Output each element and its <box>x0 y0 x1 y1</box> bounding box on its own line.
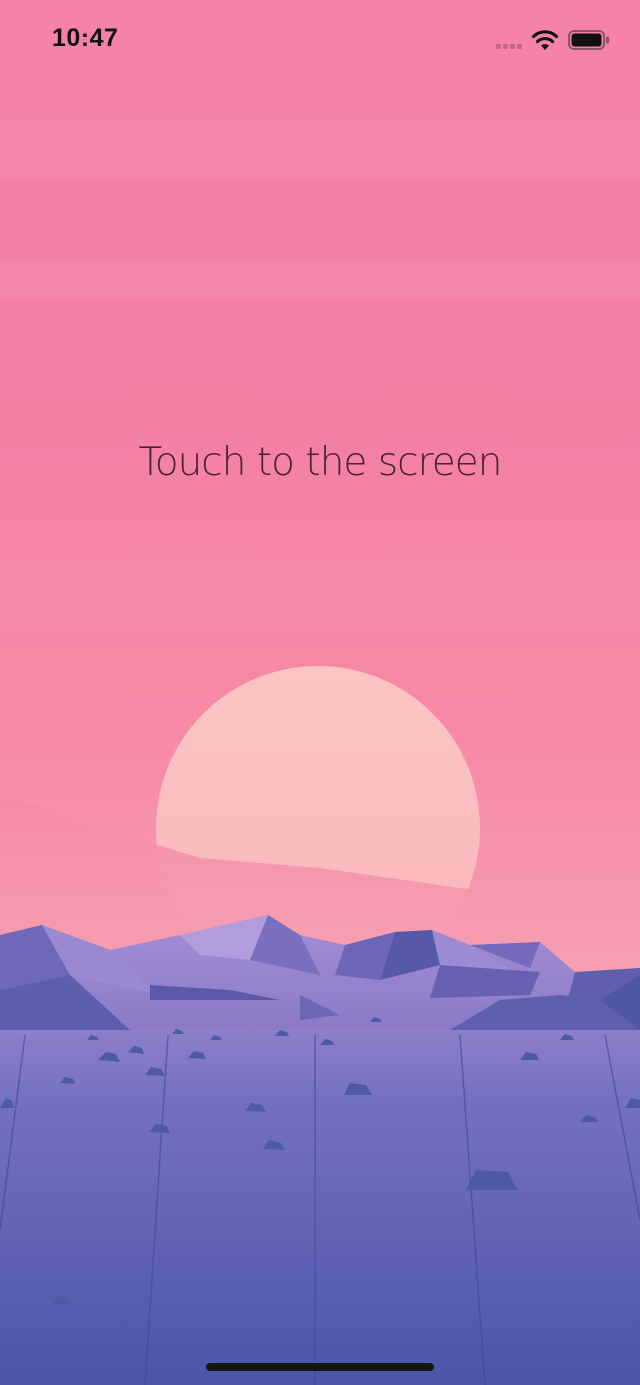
status-bar: 10:47 <box>0 0 640 84</box>
home-indicator[interactable] <box>206 1363 434 1371</box>
battery-icon <box>568 30 609 50</box>
touch-screen[interactable]: 10:47 Touch to the screen <box>0 0 640 1385</box>
signal-bars-icon <box>496 44 524 50</box>
wifi-icon <box>531 30 559 50</box>
touch-prompt-text[interactable]: Touch to the screen <box>0 440 640 485</box>
status-time: 10:47 <box>52 24 119 52</box>
wallpaper-image <box>0 0 640 1385</box>
